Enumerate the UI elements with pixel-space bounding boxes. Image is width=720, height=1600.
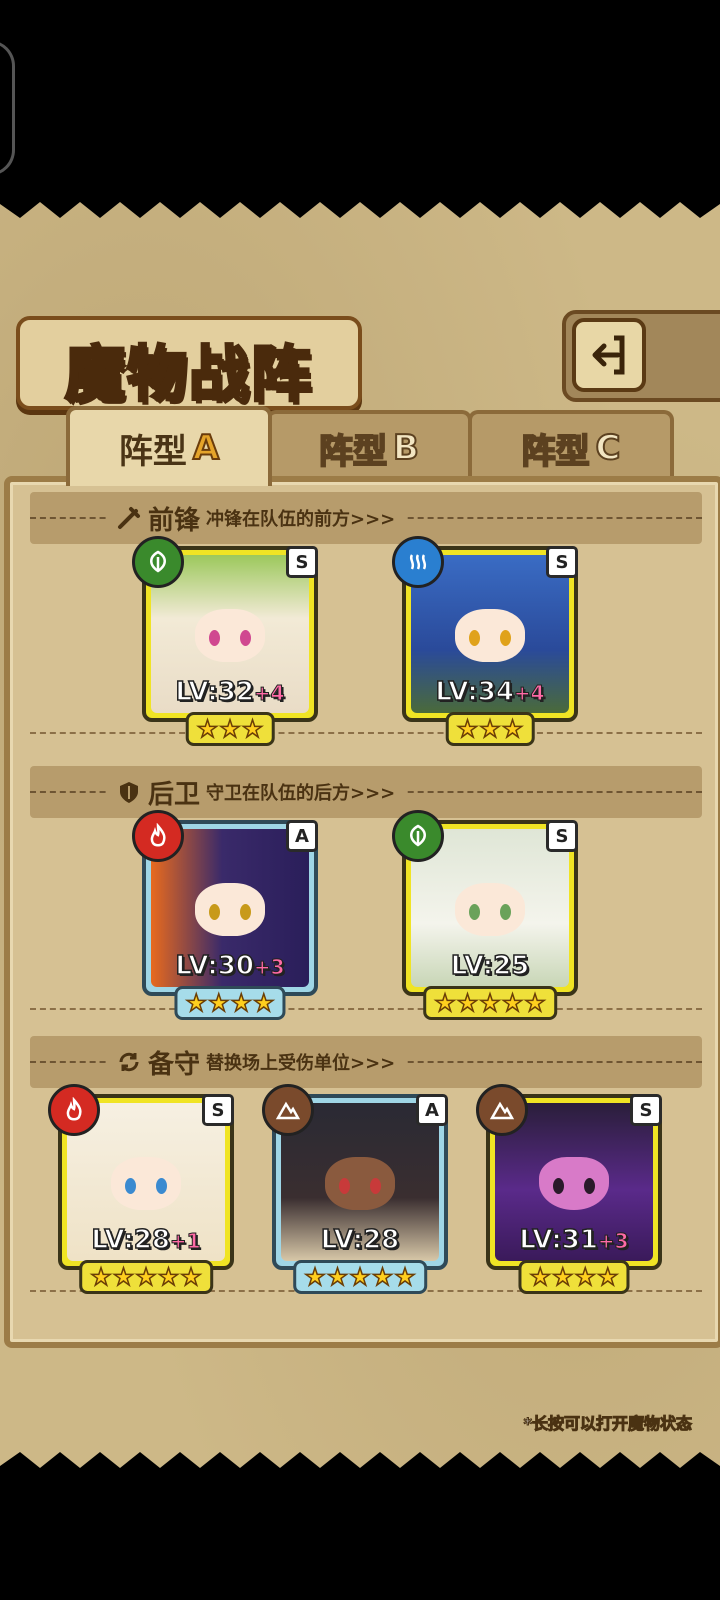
bench-row: LV:28+1 S ★ ★ ★ ★ ★ LV:28 A ★ ★ ★ ★ ★ LV…	[30, 1084, 702, 1294]
level-label: LV:25	[450, 950, 530, 982]
monster-face	[455, 608, 525, 663]
star-rating: ★ ★ ★ ★	[174, 986, 286, 1020]
leaf-icon	[392, 810, 444, 862]
earth-icon	[476, 1084, 528, 1136]
shield-icon	[120, 782, 138, 803]
back-button[interactable]	[572, 318, 646, 392]
monster-card-bench-1[interactable]: LV:28+1 S ★ ★ ★ ★ ★	[48, 1084, 234, 1294]
monster-face	[195, 882, 265, 937]
return-arrow-icon	[592, 335, 625, 375]
star-rating: ★ ★ ★ ★ ★	[79, 1260, 213, 1294]
long-press-hint: *长按可以打开魔物状态	[523, 1414, 692, 1434]
section-rear-header: 后卫 守卫在队伍的后方>>>	[30, 766, 702, 818]
section-label: 前锋 冲锋在队伍的前方>>>	[106, 499, 406, 537]
section-label: 备守 替换场上受伤单位>>>	[106, 1043, 406, 1081]
level-label: LV:31+3	[519, 1224, 629, 1256]
rank-badge: A	[286, 820, 318, 852]
section-title: 备守	[148, 1049, 201, 1080]
tab-letter: B	[392, 427, 420, 469]
monster-card-rear-2[interactable]: LV:25 S ★ ★ ★ ★ ★	[392, 810, 578, 1020]
monster-face	[325, 1156, 395, 1211]
monster-face	[111, 1156, 181, 1211]
star-rating: ★ ★ ★ ★ ★	[423, 986, 557, 1020]
rear-row: LV:30+3 A ★ ★ ★ ★ LV:25 S ★ ★ ★ ★ ★	[30, 810, 702, 1020]
monster-card-bench-3[interactable]: LV:31+3 S ★ ★ ★ ★	[476, 1084, 662, 1294]
bottom-bar	[0, 1474, 720, 1600]
tab-formation-c[interactable]: 阵型 C	[468, 410, 674, 482]
tab-label: 阵型	[118, 431, 187, 472]
monster-face	[195, 608, 265, 663]
monster-face	[539, 1156, 609, 1211]
rank-badge: S	[202, 1094, 234, 1126]
swap-cycle-icon	[119, 1052, 139, 1072]
star-rating: ★ ★ ★ ★	[518, 1260, 630, 1294]
leaf-icon	[132, 536, 184, 588]
rank-badge: S	[546, 546, 578, 578]
torn-top-edge	[0, 196, 720, 218]
level-label: LV:28	[320, 1224, 400, 1256]
earth-icon	[262, 1084, 314, 1136]
tab-formation-b[interactable]: 阵型 B	[266, 410, 472, 482]
level-label: LV:34+4	[435, 676, 545, 708]
monster-face	[455, 882, 525, 937]
fire-icon	[48, 1084, 100, 1136]
tab-label: 阵型	[318, 431, 388, 473]
level-label: LV:30+3	[175, 950, 285, 982]
section-label: 后卫 守卫在队伍的后方>>>	[106, 773, 406, 811]
section-title: 前锋	[148, 505, 201, 536]
rank-badge: S	[546, 820, 578, 852]
tab-letter: C	[595, 427, 622, 469]
section-front-header: 前锋 冲锋在队伍的前方>>>	[30, 492, 702, 544]
section-title: 后卫	[148, 779, 201, 810]
title-plate: 魔物战阵	[16, 316, 362, 412]
section-description: 冲锋在队伍的前方>>>	[206, 509, 396, 530]
formation-panel: 前锋 冲锋在队伍的前方>>> LV:32+4 S ★ ★ ★ LV:34+4 S…	[4, 476, 720, 1348]
game-screen: 魔物战阵 阵型 A 阵型 B 阵型 C 前锋 冲锋在队伍的前方>>> LV:32…	[0, 196, 720, 1474]
star-rating: ★ ★ ★	[185, 712, 275, 746]
monster-card-front-1[interactable]: LV:32+4 S ★ ★ ★	[132, 536, 318, 746]
rank-badge: S	[630, 1094, 662, 1126]
back-button-frame	[562, 310, 720, 402]
tab-letter: A	[192, 427, 220, 469]
tab-label: 阵型	[521, 431, 591, 473]
front-row: LV:32+4 S ★ ★ ★ LV:34+4 S ★ ★ ★	[30, 536, 702, 746]
fire-icon	[132, 810, 184, 862]
section-bench-header: 备守 替换场上受伤单位>>>	[30, 1036, 702, 1088]
torn-bottom-edge	[0, 1452, 720, 1474]
monster-card-bench-2[interactable]: LV:28 A ★ ★ ★ ★ ★	[262, 1084, 448, 1294]
section-description: 守卫在队伍的后方>>>	[206, 783, 396, 804]
section-description: 替换场上受伤单位>>>	[206, 1053, 396, 1074]
rank-badge: A	[416, 1094, 448, 1126]
monster-card-rear-1[interactable]: LV:30+3 A ★ ★ ★ ★	[132, 810, 318, 1020]
rank-badge: S	[286, 546, 318, 578]
monster-card-front-2[interactable]: LV:34+4 S ★ ★ ★	[392, 536, 578, 746]
star-rating: ★ ★ ★ ★ ★	[293, 1260, 427, 1294]
tab-formation-a[interactable]: 阵型 A	[66, 406, 272, 486]
star-rating: ★ ★ ★	[445, 712, 535, 746]
water-icon	[392, 536, 444, 588]
level-label: LV:28+1	[91, 1224, 201, 1256]
level-label: LV:32+4	[175, 676, 285, 708]
camera-notch	[0, 40, 15, 176]
sword-icon	[118, 507, 140, 529]
page-title: 魔物战阵	[64, 339, 313, 412]
